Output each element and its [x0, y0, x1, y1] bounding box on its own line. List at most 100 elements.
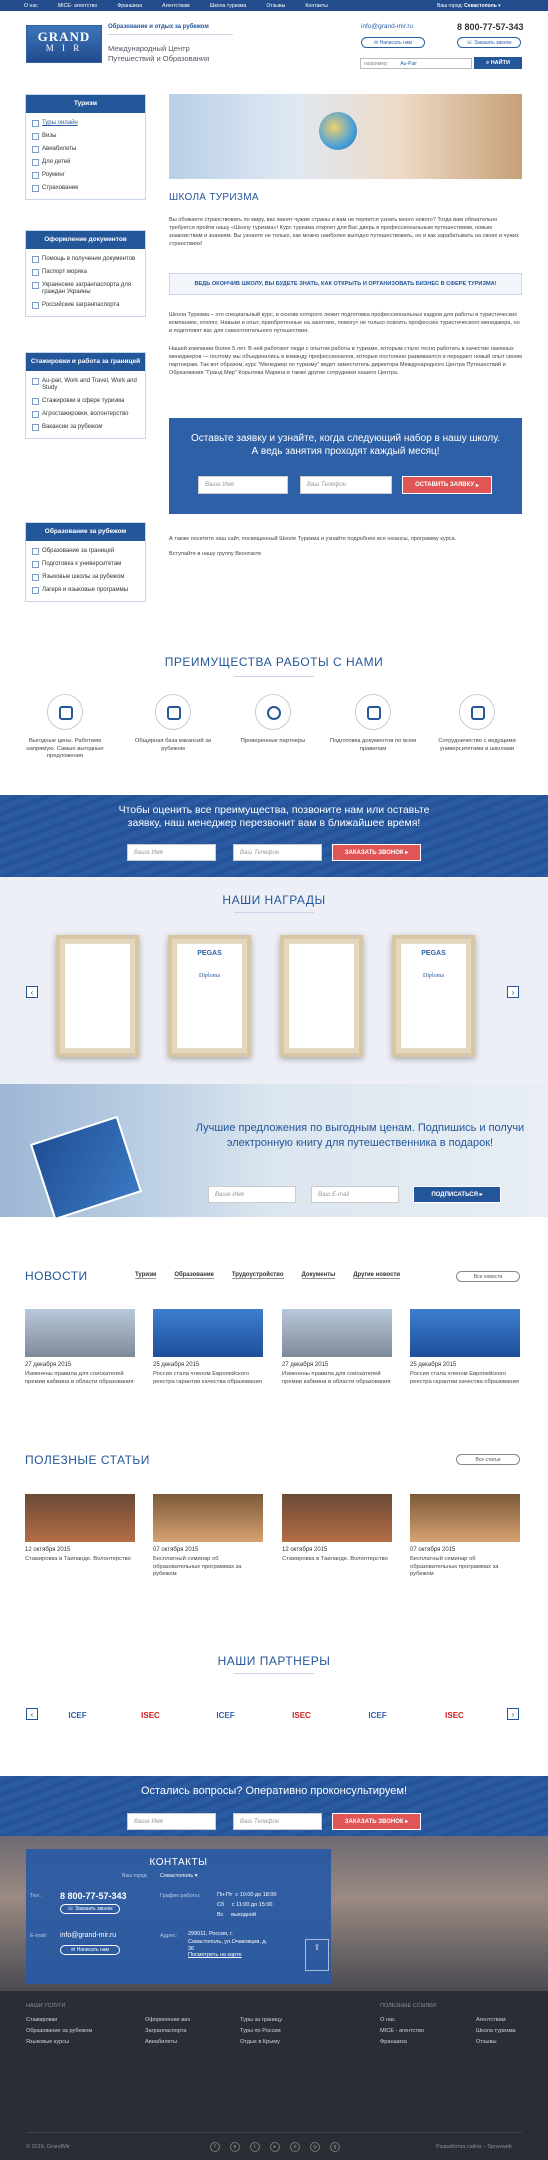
phone-input[interactable]: Ваш Телефон: [233, 844, 322, 861]
news-card[interactable]: 27 декабря 2015 Изменены правила для соис…: [25, 1309, 135, 1386]
header-phone[interactable]: 8 800-77-57-343: [457, 22, 524, 32]
partner-logo[interactable]: ISEC: [279, 1700, 324, 1730]
footer-link[interactable]: Агентствам: [476, 2015, 516, 2026]
map-link[interactable]: Посмотреть на карте: [188, 1952, 242, 1958]
sidebar-item[interactable]: Агростажировки, волонтерство: [32, 408, 145, 421]
nav-about[interactable]: О нас: [24, 3, 38, 9]
name-input[interactable]: Ваше Имя: [127, 844, 216, 861]
all-articles-button[interactable]: Все статьи: [456, 1454, 520, 1465]
order-call-button[interactable]: ☏ Заказать звонок: [457, 37, 521, 48]
sidebar-item[interactable]: Страхование: [32, 182, 145, 195]
odnoklassniki-icon[interactable]: о: [290, 2142, 300, 2152]
article-card[interactable]: 07 октября 2015 Бесплатный семинар об обр…: [410, 1494, 520, 1579]
nav-agencies[interactable]: Агентствам: [162, 3, 189, 9]
write-us-button[interactable]: ✉ Написать нам: [60, 1945, 120, 1955]
sidebar-item[interactable]: Украинские загранпаспорта для граждан Ук…: [32, 279, 145, 299]
footer-link[interactable]: Оформление виз: [145, 2015, 190, 2026]
developer-credit[interactable]: Разработка сайта – Spravweb: [436, 2144, 512, 2150]
partner-logo[interactable]: ICEF: [203, 1700, 248, 1730]
partner-logo[interactable]: ICEF: [55, 1700, 100, 1730]
partner-logo[interactable]: ICEF: [355, 1700, 400, 1730]
partner-logo[interactable]: ISEC: [432, 1700, 477, 1730]
subscribe-button[interactable]: ПОДПИСАТЬСЯ ▸: [413, 1186, 501, 1203]
footer-link[interactable]: Туры по России: [240, 2026, 282, 2037]
sidebar-item[interactable]: Подготовка к университетам: [32, 558, 145, 571]
sidebar-item[interactable]: Авиабилеты: [32, 143, 145, 156]
city-selector[interactable]: Севастополь ▾: [160, 1873, 198, 1879]
contacts-email[interactable]: info@grand-mir.ru: [60, 1932, 116, 1939]
name-input[interactable]: Ваше Имя: [127, 1813, 216, 1830]
sidebar-item[interactable]: Помощь в получении документов: [32, 253, 145, 266]
logo[interactable]: GRAND M I R: [26, 25, 102, 63]
next-arrow-icon[interactable]: ›: [507, 1708, 519, 1720]
footer-link[interactable]: Франшиза: [380, 2037, 424, 2048]
footer-link[interactable]: Отзывы: [476, 2037, 516, 2048]
facebook-icon[interactable]: f: [210, 2142, 220, 2152]
footer-link[interactable]: Школа туризма: [476, 2026, 516, 2037]
twitter-icon[interactable]: t: [250, 2142, 260, 2152]
sidebar-item[interactable]: Российские загранпаспорта: [32, 299, 145, 312]
footer-link[interactable]: Отдых в Крыму: [240, 2037, 282, 2048]
sidebar-item[interactable]: Для детей: [32, 156, 145, 169]
tab-documents[interactable]: Документы: [301, 1272, 336, 1279]
nav-reviews[interactable]: Отзывы: [266, 3, 285, 9]
order-call-button[interactable]: ЗАКАЗАТЬ ЗВОНОК ▸: [332, 1813, 421, 1830]
sidebar-item[interactable]: Роуминг: [32, 169, 145, 182]
footer-link[interactable]: Стажировки: [26, 2015, 92, 2026]
tab-education[interactable]: Образование: [174, 1272, 214, 1279]
news-card[interactable]: 25 декабря 2015 Россия стала членом Европ…: [410, 1309, 520, 1386]
award-diploma[interactable]: [280, 935, 363, 1057]
article-card[interactable]: 07 октября 2015 Бесплатный семинар об обр…: [153, 1494, 263, 1579]
vk-link-paragraph[interactable]: Вступайте в нашу группу Вконтакте: [169, 550, 522, 558]
nav-school[interactable]: Школа туризма: [210, 3, 247, 9]
footer-link[interactable]: Языковые курсы: [26, 2037, 92, 2048]
order-call-button[interactable]: ☏ Заказать звонок: [60, 1904, 120, 1914]
phone-input[interactable]: Ваш Телефон: [233, 1813, 322, 1830]
phone-input[interactable]: Ваш Телефон: [300, 476, 392, 494]
search-input[interactable]: например: Au-Pair: [360, 58, 472, 69]
footer-link[interactable]: MICE - агентство: [380, 2026, 424, 2037]
sidebar-item[interactable]: Туры онлайн: [32, 117, 145, 130]
footer-link[interactable]: Туры за границу: [240, 2015, 282, 2026]
google-plus-icon[interactable]: g: [330, 2142, 340, 2152]
footer-link[interactable]: Авиабилеты: [145, 2037, 190, 2048]
award-diploma[interactable]: PEGAS Diploma: [392, 935, 475, 1057]
tab-employment[interactable]: Трудоустройство: [231, 1272, 284, 1279]
footer-link[interactable]: Загранпаспорта: [145, 2026, 190, 2037]
sidebar-item[interactable]: Лагеря и языковые программы: [32, 584, 145, 597]
prev-arrow-icon[interactable]: ‹: [26, 986, 38, 998]
partner-logo[interactable]: ISEC: [128, 1700, 173, 1730]
footer-link[interactable]: Образование за рубежом: [26, 2026, 92, 2037]
instagram-icon[interactable]: ◎: [310, 2142, 320, 2152]
news-card[interactable]: 25 декабря 2015 Россия стала членом Европ…: [153, 1309, 263, 1386]
prev-arrow-icon[interactable]: ‹: [26, 1708, 38, 1720]
name-input[interactable]: Ваше Имя: [198, 476, 288, 494]
article-card[interactable]: 12 октября 2015 Стажировка в Таиланде. Во…: [282, 1494, 392, 1564]
vk-icon[interactable]: в: [230, 2142, 240, 2152]
email-input[interactable]: Ваш E-mail: [311, 1186, 399, 1203]
news-card[interactable]: 27 декабря 2015 Изменены правила для соис…: [282, 1309, 392, 1386]
article-card[interactable]: 12 октября 2015 Стажировка в Таиланде. Во…: [25, 1494, 135, 1564]
footer-link[interactable]: О нас: [380, 2015, 424, 2026]
sidebar-item[interactable]: Языковые школы за рубежом: [32, 571, 145, 584]
nav-mice[interactable]: MICE- агентство: [58, 3, 97, 9]
write-us-button[interactable]: ✉ Написать нам: [361, 37, 425, 48]
contacts-phone[interactable]: 8 800-77-57-343: [60, 1891, 127, 1901]
sidebar-item[interactable]: Образование за границей: [32, 545, 145, 558]
city-selector[interactable]: Ваш город: Севастополь ▾: [437, 3, 501, 9]
award-diploma[interactable]: PEGAS Diploma: [168, 935, 251, 1057]
header-email[interactable]: info@grand-mir.ru: [361, 23, 413, 30]
next-arrow-icon[interactable]: ›: [507, 986, 519, 998]
sidebar-item[interactable]: Вакансии за рубежом: [32, 421, 145, 434]
sidebar-item[interactable]: Паспорт моряка: [32, 266, 145, 279]
sidebar-item[interactable]: Au-pair, Work and Travel, Work and Study: [32, 375, 145, 395]
submit-application-button[interactable]: ОСТАВИТЬ ЗАЯВКУ ▸: [402, 476, 492, 494]
name-input[interactable]: Ваше Имя: [208, 1186, 296, 1203]
nav-franchise[interactable]: Франшиза: [117, 3, 142, 9]
sidebar-item[interactable]: Визы: [32, 130, 145, 143]
scroll-up-icon[interactable]: ⇧: [305, 1939, 329, 1971]
search-button[interactable]: ⌕ НАЙТИ: [474, 57, 522, 69]
all-news-button[interactable]: Все новости: [456, 1271, 520, 1282]
order-call-button[interactable]: ЗАКАЗАТЬ ЗВОНОК ▸: [332, 844, 421, 861]
youtube-icon[interactable]: ▸: [270, 2142, 280, 2152]
